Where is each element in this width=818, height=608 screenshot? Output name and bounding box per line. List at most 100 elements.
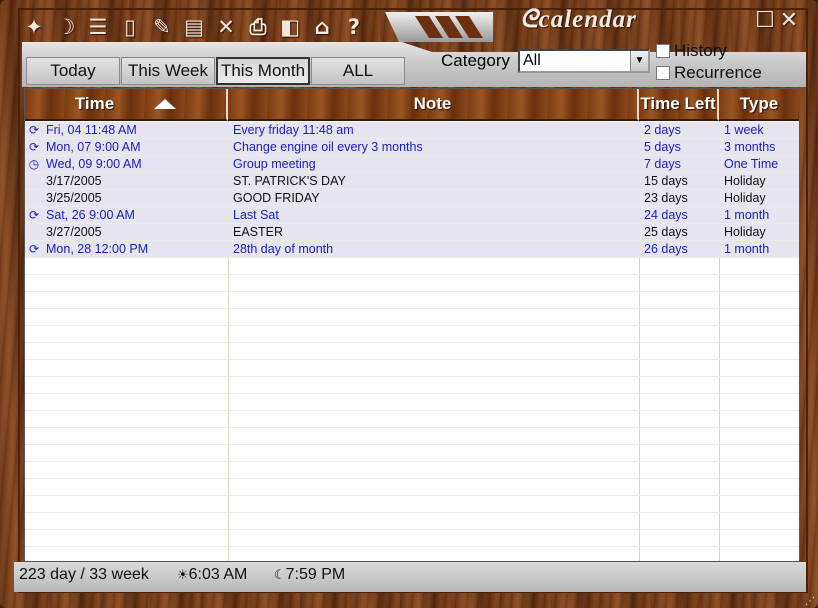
cell-time-left: 5 days [644,140,681,154]
category-select[interactable]: All ▼ [518,49,650,73]
tab-all[interactable]: ALL [311,57,405,85]
home-icon[interactable]: ⌂ [308,12,336,42]
empty-table-row[interactable] [25,326,799,343]
cell-time-left: 26 days [644,242,688,256]
recurrence-checkbox[interactable]: Recurrence [656,63,762,83]
list-icon[interactable]: ☰ [84,12,112,42]
empty-table-row[interactable] [25,411,799,428]
app-logo-icon: ᘓ [520,6,539,33]
events-table: Time Note Time Left Type ⟳ Fri, 04 11:48 … [24,88,800,562]
empty-table-row[interactable] [25,309,799,326]
cell-note: EASTER [233,225,284,239]
recurring-icon: ⟳ [28,123,40,137]
cell-note: Last Sat [233,208,279,222]
tab-this-month[interactable]: This Month [216,57,310,85]
cell-type: Holiday [724,225,766,239]
empty-table-row[interactable] [25,530,799,547]
cell-type: One Time [724,157,779,171]
delete-icon[interactable]: ✕ [212,12,240,42]
cell-time: 3/25/2005 [46,191,102,205]
empty-table-row[interactable] [25,513,799,530]
column-header-type[interactable]: Type [719,89,799,121]
history-label: History [674,41,727,60]
column-header-time-left[interactable]: Time Left [639,89,719,121]
moon-icon[interactable]: ☽ [52,12,80,42]
cell-type: Holiday [724,191,766,205]
sunrise-icon: ☀ [177,568,189,583]
empty-table-row[interactable] [25,496,799,513]
cell-note: ST. PATRICK'S DAY [233,174,346,188]
table-row[interactable]: ⟳ Mon, 28 12:00 PM 28th day of month 26 day… [25,241,799,258]
table-row[interactable]: ⟳ Fri, 04 11:48 AM Every friday 11:48 am 2 … [25,122,799,139]
column-header-time[interactable]: Time [25,89,228,121]
table-row[interactable]: ⟳ Mon, 07 9:00 AM Change engine oil every … [25,139,799,156]
recurring-icon: ⟳ [28,242,40,256]
table-row[interactable]: ⟳ Sat, 26 9:00 AM Last Sat 24 days 1 month [25,207,799,224]
empty-table-row[interactable] [25,462,799,479]
note-icon[interactable]: ▯ [116,12,144,42]
resize-grip-icon[interactable]: ⋰ [805,596,815,607]
empty-table-row[interactable] [25,360,799,377]
new-icon[interactable]: ✦ [20,12,48,42]
empty-table-row[interactable] [25,343,799,360]
tab-today[interactable]: Today [26,57,120,85]
app-title: ᘓcalendar [520,6,637,33]
empty-table-row[interactable] [25,377,799,394]
help-icon[interactable]: ? [340,12,368,42]
table-row[interactable]: ◷ Wed, 09 9:00 AM Group meeting 7 days One T… [25,156,799,173]
empty-table-row[interactable] [25,445,799,462]
maximize-button[interactable]: ☐ [754,10,776,32]
history-checkbox[interactable]: History [656,41,727,61]
category-value: All [523,52,541,69]
cell-time-left: 24 days [644,208,688,222]
cell-note: 28th day of month [233,242,334,256]
table-row[interactable]: 3/25/2005 GOOD FRIDAY 23 days Holiday [25,190,799,207]
table-row[interactable]: 3/17/2005 ST. PATRICK'S DAY 15 days Holiday [25,173,799,190]
tab-bar: Today This Week This Month ALL [26,57,405,85]
empty-table-row[interactable] [25,292,799,309]
recurrence-label: Recurrence [674,63,762,82]
shapes-icon[interactable]: ◧ [276,12,304,42]
table-row[interactable]: 3/27/2005 EASTER 25 days Holiday [25,224,799,241]
column-header-note[interactable]: Note [228,89,639,121]
empty-table-row[interactable] [25,547,799,561]
recurrence-checkbox-box[interactable] [656,66,670,80]
sort-up-icon [154,99,177,109]
clock-icon: ◷ [28,157,40,171]
decorative-stripes [385,12,493,42]
recurring-icon: ⟳ [28,208,40,222]
cell-note: Every friday 11:48 am [233,123,354,137]
cell-type: Holiday [724,174,766,188]
cell-time-left: 15 days [644,174,688,188]
cell-time-left: 25 days [644,225,688,239]
empty-table-row[interactable] [25,275,799,292]
document-icon[interactable]: ▤ [180,12,208,42]
cell-time: ⟳ Mon, 28 12:00 PM [28,242,149,256]
chevron-down-icon[interactable]: ▼ [630,51,648,71]
print-icon[interactable]: ⎙ [244,12,272,42]
cell-time: 3/17/2005 [46,174,102,188]
cell-time: 3/27/2005 [46,225,102,239]
cell-note: Group meeting [233,157,316,171]
empty-table-row[interactable] [25,394,799,411]
recurring-icon: ⟳ [28,140,40,154]
day-week-count: 223 day / 33 week [19,566,149,583]
cell-time: ◷ Wed, 09 9:00 AM [28,157,142,171]
cell-type: 1 month [724,208,770,222]
tab-this-week[interactable]: This Week [121,57,215,85]
empty-table-row[interactable] [25,428,799,445]
empty-table-row[interactable] [25,479,799,496]
cell-time-left: 23 days [644,191,688,205]
close-button[interactable]: ✕ [778,10,800,32]
sunrise-time: ☀6:03 AM [177,566,248,583]
pencil-icon[interactable]: ✎ [148,12,176,42]
toolbar: ✦ ☽ ☰ ▯ ✎ ▤ ✕ ⎙ ◧ ⌂ ? [20,12,368,44]
category-label: Category [441,51,510,70]
cell-time: ⟳ Mon, 07 9:00 AM [28,140,141,154]
cell-time: ⟳ Fri, 04 11:48 AM [28,123,137,137]
empty-table-row[interactable] [25,258,799,275]
cell-time-left: 2 days [644,123,681,137]
history-checkbox-box[interactable] [656,44,670,58]
cell-type: 1 week [724,123,764,137]
sunset-icon: ☾ [274,568,286,583]
